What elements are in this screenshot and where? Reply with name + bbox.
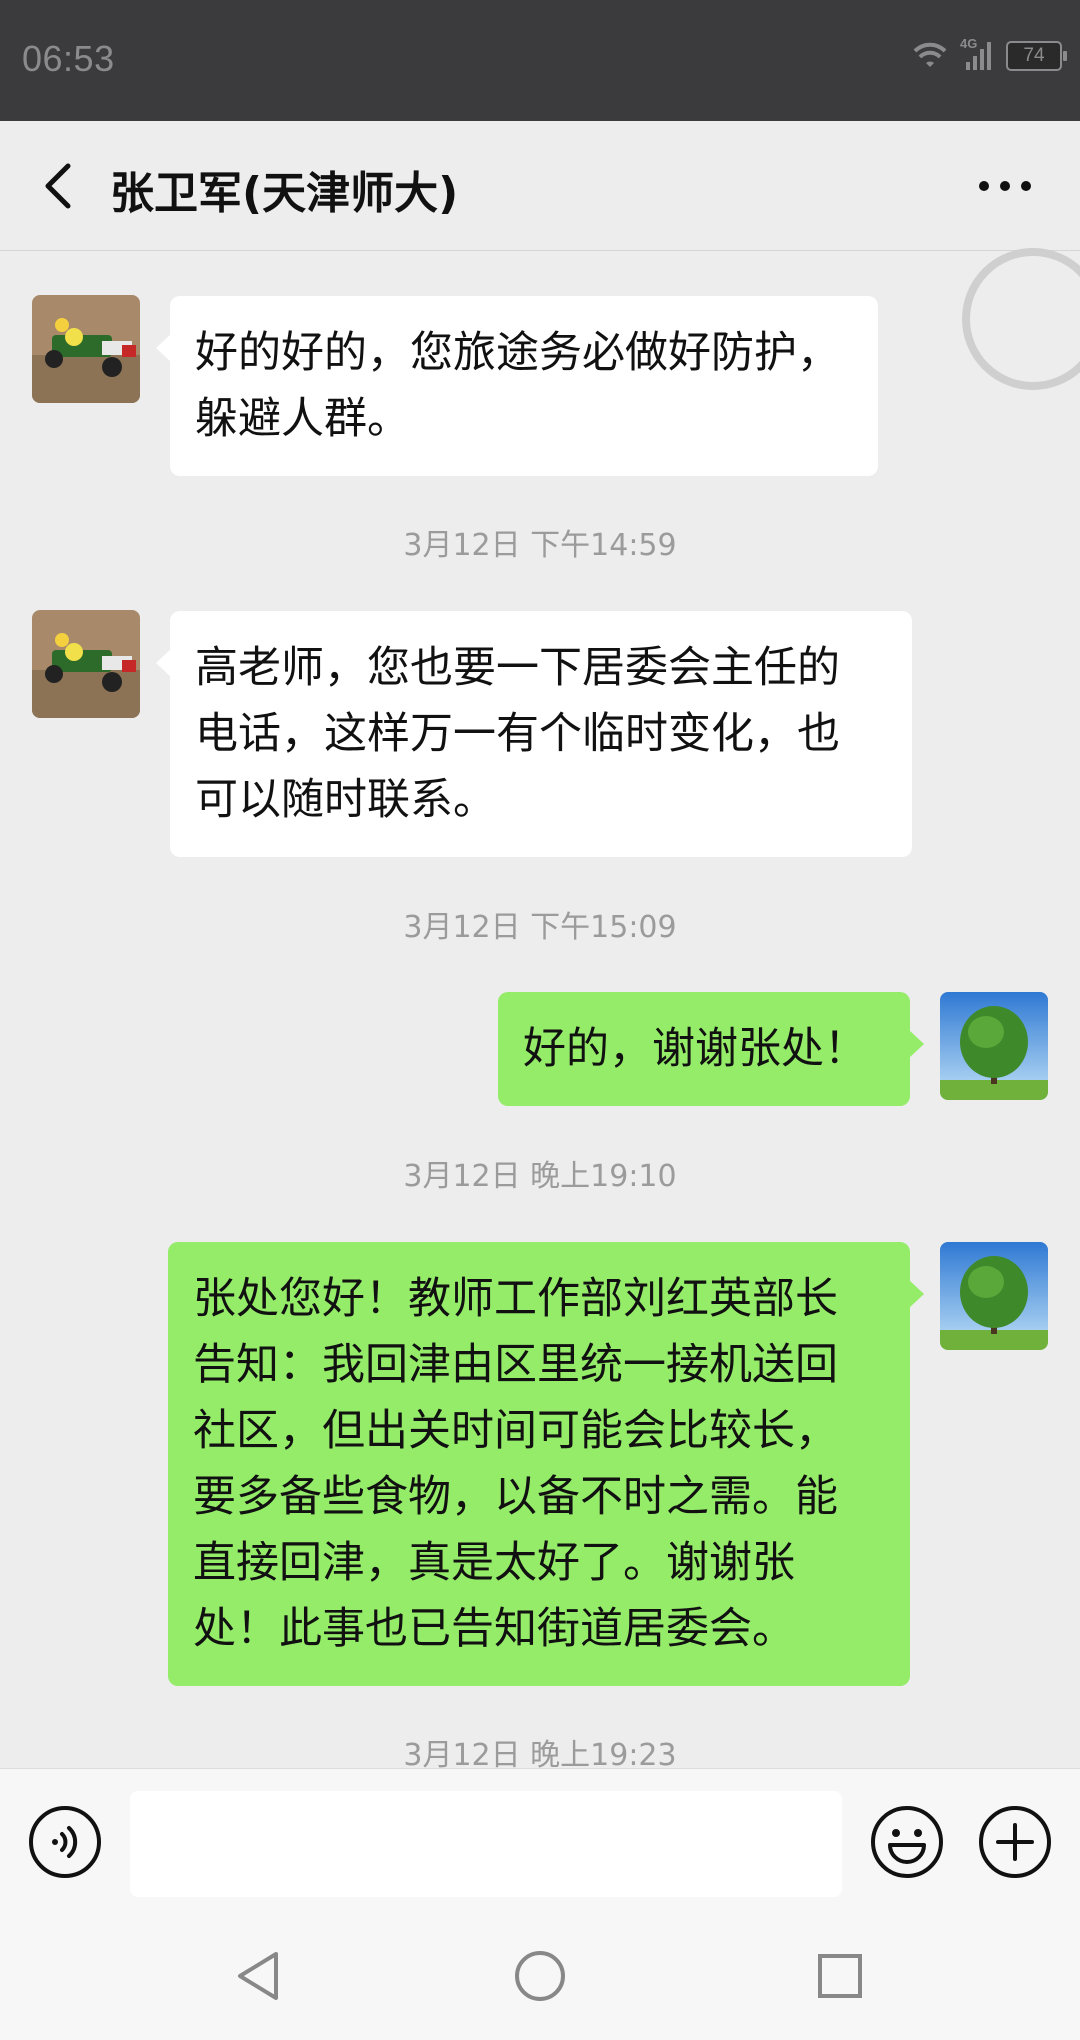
message-line: 张处您好！教师工作部刘红英部长 (193, 1274, 838, 1324)
message-line: 电话，这样万一有个临时变化，也 (195, 709, 840, 759)
message-line: 要多备些食物，以备不时之需。能 (193, 1472, 838, 1522)
chat-title: 张卫军(天津师大) (110, 168, 459, 219)
message-timestamp: 3月12日 下午15:09 (403, 910, 677, 945)
message-timestamp: 3月12日 晚上19:10 (403, 1159, 677, 1194)
chevron-left-icon[interactable] (30, 156, 90, 216)
message-input[interactable] (130, 1791, 842, 1897)
message-line: 躲避人群。 (195, 394, 410, 444)
battery-icon: 74 (1006, 41, 1067, 71)
wifi-icon (913, 42, 947, 67)
chat-message-list[interactable]: 好的好的，您旅途务必做好防护， 躲避人群。 3月12日 下午14:59 高老师，… (0, 252, 1080, 1768)
message-line: 可以随时联系。 (195, 775, 496, 825)
user-avatar[interactable] (940, 992, 1048, 1100)
status-bar: 06:53 4G 74 (0, 0, 1080, 121)
message-timestamp: 3月12日 下午14:59 (403, 528, 677, 563)
chat-input-bar (0, 1768, 1080, 1906)
message-line: 好的好的，您旅途务必做好防护， (195, 328, 840, 378)
status-time: 06:53 (22, 38, 115, 79)
message-line: 处！此事也已告知街道居委会。 (193, 1604, 795, 1654)
message-bubble[interactable]: 张处您好！教师工作部刘红英部长 告知：我回津由区里统一接机送回 社区，但出关时间… (168, 1242, 924, 1686)
message-line: 社区，但出关时间可能会比较长， (193, 1406, 838, 1456)
message-line: 直接回津，真是太好了。谢谢张 (193, 1538, 795, 1588)
message-line: 告知：我回津由区里统一接机送回 (193, 1340, 838, 1390)
voice-icon[interactable] (28, 1805, 102, 1879)
chat-header: 张卫军(天津师大) (0, 121, 1080, 251)
contact-avatar[interactable] (32, 295, 140, 403)
ellipsis-icon[interactable] (970, 166, 1040, 206)
message-line: 好的，谢谢张处！ (523, 1024, 867, 1074)
home-circle-icon[interactable] (512, 1948, 568, 2004)
emoji-icon[interactable] (870, 1805, 944, 1879)
message-bubble[interactable]: 好的好的，您旅途务必做好防护， 躲避人群。 (156, 296, 878, 476)
message-line: 高老师，您也要一下居委会主任的 (195, 643, 840, 693)
user-avatar[interactable] (940, 1242, 1048, 1350)
message-timestamp: 3月12日 晚上19:23 (403, 1738, 677, 1768)
system-navigation-bar (0, 1906, 1080, 2040)
contact-avatar[interactable] (32, 610, 140, 718)
signal-icon: 4G (960, 36, 994, 72)
message-bubble[interactable]: 高老师，您也要一下居委会主任的 电话，这样万一有个临时变化，也 可以随时联系。 (156, 611, 912, 857)
back-triangle-icon[interactable] (232, 1948, 288, 2004)
message-bubble[interactable]: 好的，谢谢张处！ (498, 992, 924, 1106)
recents-square-icon[interactable] (812, 1948, 868, 2004)
status-icons: 4G 74 (912, 36, 1067, 72)
plus-icon[interactable] (978, 1805, 1052, 1879)
